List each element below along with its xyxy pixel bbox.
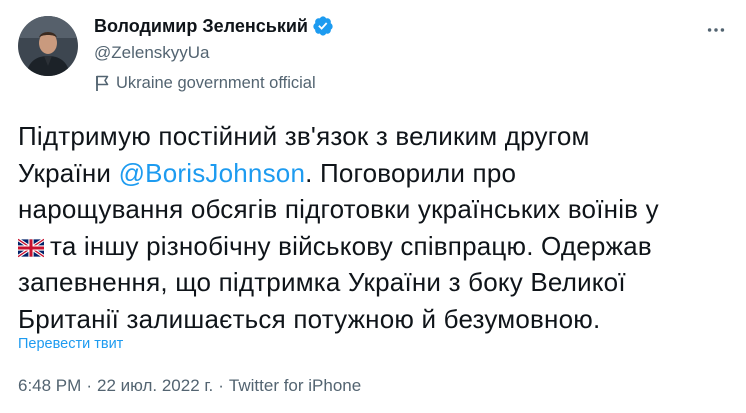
uk-flag-icon [17, 231, 45, 258]
mention-link[interactable]: @BorisJohnson [119, 158, 306, 188]
tweet-line-6: Британії залишається потужною й безумовн… [18, 303, 601, 334]
tweet-line-2-prefix: України [18, 157, 119, 188]
tweet-header: Володимир Зеленський @ZelenskyyUa Ukrain… [18, 12, 730, 92]
tweet-line-1: Підтримую постійний зв'язок з великим др… [18, 121, 590, 151]
tweet-text: Підтримую постійний зв'язок з великим др… [17, 118, 730, 337]
tweet-line-3: нарощування обсягів підготовки українськ… [18, 194, 659, 224]
avatar[interactable] [18, 16, 78, 76]
government-flag-icon [94, 74, 110, 92]
more-options-icon[interactable] [702, 16, 730, 44]
tweet-line-5: запевнення, що підтримка України з боку … [18, 267, 626, 297]
meta-separator: · [86, 376, 92, 395]
verified-badge-icon [312, 15, 334, 37]
tweet-source: Twitter for iPhone [228, 376, 362, 395]
tweet-time[interactable]: 6:48 PM [18, 376, 81, 396]
meta-separator: · [218, 376, 224, 395]
translate-tweet-link[interactable]: Перевести твит [18, 336, 123, 352]
user-handle[interactable]: @ZelenskyyUa [94, 40, 334, 66]
affiliation-label: Ukraine government official [94, 68, 334, 98]
tweet-line-2-suffix: . Поговорили про [305, 157, 517, 188]
tweet-date[interactable]: 22 июл. 2022 г. [97, 376, 213, 396]
affiliation-label-text: Ukraine government official [116, 73, 316, 92]
display-name[interactable]: Володимир Зеленський [94, 16, 308, 37]
tweet-line-4: та іншу різнобічну військову співпрацю. … [50, 230, 652, 261]
tweet-metadata: 6:48 PM · 22 июл. 2022 г. · Twitter for … [18, 376, 361, 396]
